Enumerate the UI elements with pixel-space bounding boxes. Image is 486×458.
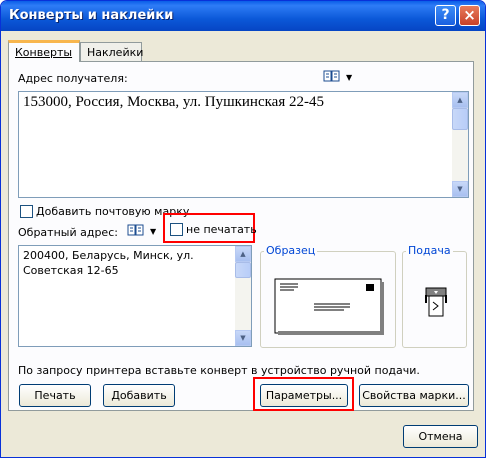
help-button[interactable]: ? xyxy=(435,5,456,26)
no-print-checkbox[interactable] xyxy=(170,223,183,236)
title-bar: Конверты и наклейки ? × xyxy=(1,1,485,31)
cancel-button[interactable]: Отмена xyxy=(403,425,478,448)
preview-group: Образец xyxy=(260,244,396,348)
envelopes-dialog: Конверты и наклейки ? × Конверты Наклейк… xyxy=(0,0,486,458)
no-print-label: не печатать xyxy=(186,223,257,236)
feed-tray-icon[interactable] xyxy=(424,287,448,319)
print-button[interactable]: Печать xyxy=(19,384,91,407)
return-address-line-2: Советская 12-65 xyxy=(23,264,119,277)
tab-envelopes-label: Конверты xyxy=(15,46,73,59)
close-button[interactable]: × xyxy=(459,5,480,26)
scroll-up-icon[interactable]: ▲ xyxy=(452,92,468,108)
recipient-scrollbar[interactable]: ▲ ▼ xyxy=(452,92,468,197)
return-chevron-down-icon[interactable]: ▼ xyxy=(150,227,156,236)
return-scroll-up-icon[interactable]: ▲ xyxy=(235,246,251,262)
return-address-field[interactable]: 200400, Беларусь, Минск, ул. Советская 1… xyxy=(18,245,252,347)
return-address-line-1: 200400, Беларусь, Минск, ул. xyxy=(23,249,194,262)
chevron-down-icon[interactable]: ▼ xyxy=(346,73,352,82)
add-stamp-checkbox[interactable] xyxy=(20,205,33,218)
return-scroll-down-icon[interactable]: ▼ xyxy=(235,330,251,346)
tab-labels-label: Наклейки xyxy=(87,46,144,59)
envelope-preview-icon[interactable] xyxy=(274,278,384,336)
window-title: Конверты и наклейки xyxy=(9,8,174,23)
return-address-label: Обратный адрес: xyxy=(18,226,118,239)
add-to-document-button[interactable]: Добавить xyxy=(103,384,175,407)
feed-label: Подача xyxy=(406,244,453,257)
tab-labels[interactable]: Наклейки xyxy=(80,42,144,61)
scroll-down-icon[interactable]: ▼ xyxy=(452,181,468,197)
return-scroll-thumb[interactable] xyxy=(235,262,251,278)
envelopes-panel: Адрес получателя: ▼ 153000, Россия, Моск… xyxy=(8,61,474,411)
feed-group: Подача xyxy=(402,244,467,348)
recipient-address-text: 153000, Россия, Москва, ул. Пушкинская 2… xyxy=(23,94,324,110)
scroll-thumb[interactable] xyxy=(452,108,468,130)
recipient-address-field[interactable]: 153000, Россия, Москва, ул. Пушкинская 2… xyxy=(18,91,469,198)
address-book-icon[interactable] xyxy=(323,69,341,86)
stamp-properties-button[interactable]: Свойства марки... xyxy=(359,384,469,407)
return-scrollbar[interactable]: ▲ ▼ xyxy=(235,246,251,346)
recipient-label: Адрес получателя: xyxy=(18,72,128,85)
return-address-book-icon[interactable] xyxy=(127,223,145,240)
feed-instruction-text: По запросу принтера вставьте конверт в у… xyxy=(18,364,420,377)
preview-label: Образец xyxy=(264,244,318,257)
options-button[interactable]: Параметры... xyxy=(260,384,348,407)
tab-envelopes[interactable]: Конверты xyxy=(8,40,80,62)
